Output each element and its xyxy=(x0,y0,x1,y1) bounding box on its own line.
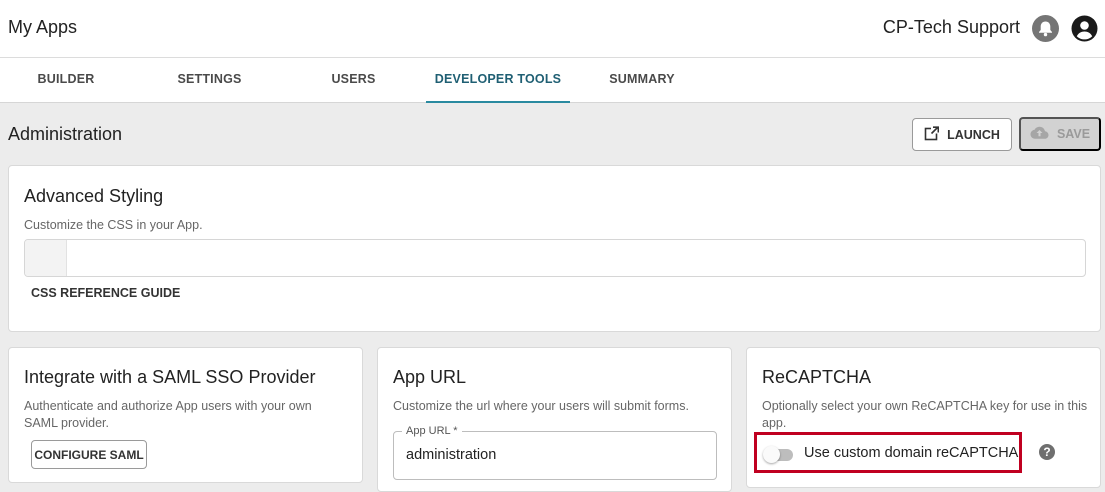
app-url-field-label: App URL * xyxy=(402,425,462,437)
launch-label: LAUNCH xyxy=(947,127,1000,142)
tab-builder[interactable]: BUILDER xyxy=(0,58,132,103)
app-url-field[interactable]: App URL * xyxy=(393,425,717,480)
launch-button[interactable]: LAUNCH xyxy=(912,118,1012,151)
save-button[interactable]: SAVE xyxy=(1019,117,1101,151)
org-name: CP-Tech Support xyxy=(882,17,1020,37)
recaptcha-description: Optionally select your own ReCAPTCHA key… xyxy=(762,399,1088,430)
css-editor[interactable] xyxy=(24,239,1086,277)
help-icon[interactable]: ? xyxy=(1039,444,1055,460)
app-title[interactable]: My Apps xyxy=(8,17,77,38)
open-in-new-icon xyxy=(924,125,940,144)
saml-title: Integrate with a SAML SSO Provider xyxy=(24,367,316,387)
bell-icon[interactable] xyxy=(1032,15,1059,42)
main-tabs: BUILDER SETTINGS USERS DEVELOPER TOOLS S… xyxy=(0,58,1105,103)
css-reference-guide-link[interactable]: CSS REFERENCE GUIDE xyxy=(31,286,180,300)
advanced-styling-description: Customize the CSS in your App. xyxy=(24,218,203,232)
app-url-input[interactable] xyxy=(406,447,706,463)
configure-saml-button[interactable]: CONFIGURE SAML xyxy=(31,440,147,469)
app-url-card: App URL Customize the url where your use… xyxy=(377,347,732,492)
saml-description: Authenticate and authorize App users wit… xyxy=(24,399,312,430)
recaptcha-toggle-highlight: Use custom domain reCAPTCHA xyxy=(754,432,1022,473)
tab-users[interactable]: USERS xyxy=(287,58,420,103)
css-editor-gutter xyxy=(25,240,67,276)
recaptcha-toggle[interactable] xyxy=(763,446,793,463)
tab-summary[interactable]: SUMMARY xyxy=(576,58,708,103)
top-bar: My Apps CP-Tech Support xyxy=(0,0,1105,58)
advanced-styling-title: Advanced Styling xyxy=(24,186,164,206)
account-icon[interactable] xyxy=(1071,15,1098,42)
tab-settings[interactable]: SETTINGS xyxy=(143,58,276,103)
app-url-description: Customize the url where your users will … xyxy=(393,399,689,413)
recaptcha-toggle-label[interactable]: Use custom domain reCAPTCHA xyxy=(804,445,1018,461)
recaptcha-toggle-thumb[interactable] xyxy=(763,446,780,463)
cloud-upload-icon xyxy=(1030,126,1049,143)
app-url-title: App URL xyxy=(393,367,467,387)
page-title: Administration xyxy=(8,124,123,144)
advanced-styling-card: Advanced Styling Customize the CSS in yo… xyxy=(8,165,1101,332)
tab-developer-tools[interactable]: DEVELOPER TOOLS xyxy=(426,58,570,103)
recaptcha-title: ReCAPTCHA xyxy=(762,367,872,387)
save-label: SAVE xyxy=(1056,127,1091,141)
saml-card: Integrate with a SAML SSO Provider Authe… xyxy=(8,347,363,483)
